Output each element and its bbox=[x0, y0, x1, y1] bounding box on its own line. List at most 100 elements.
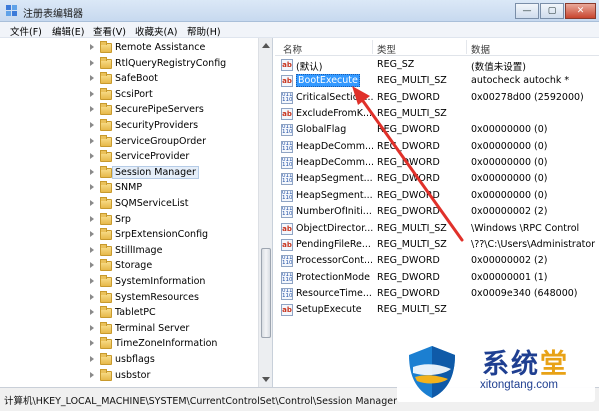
expand-arrow-icon[interactable] bbox=[90, 278, 94, 284]
registry-values-list[interactable]: 名称 类型 数据 ab (默认) REG_SZ (数值未设置) ab BootExecut… bbox=[275, 38, 599, 387]
column-divider[interactable] bbox=[372, 40, 373, 54]
column-data[interactable]: 数据 bbox=[471, 42, 490, 56]
tree-item-label: TimeZoneInformation bbox=[115, 338, 218, 350]
value-type: REG_DWORD bbox=[377, 206, 440, 218]
expand-arrow-icon[interactable] bbox=[90, 340, 94, 347]
registry-key-tree[interactable]: Remote Assistance RtlQueryRegistryConfig S… bbox=[0, 38, 273, 387]
value-row[interactable]: 011 110 NumberOfIniti... REG_DWORD 0x000000… bbox=[275, 204, 599, 220]
folder-icon bbox=[100, 181, 112, 194]
value-row[interactable]: 011 110 HeapSegment... REG_DWORD 0x00000000… bbox=[275, 171, 599, 187]
tree-item[interactable]: Session Manager bbox=[0, 165, 258, 181]
expand-arrow-icon[interactable] bbox=[90, 184, 94, 191]
expand-arrow-icon[interactable] bbox=[90, 356, 94, 362]
maximize-button[interactable]: ▢ bbox=[540, 3, 564, 19]
value-data: 0x00000000 (0) bbox=[471, 173, 548, 185]
column-type[interactable]: 类型 bbox=[377, 42, 396, 56]
value-row[interactable]: 011 110 ResourceTime... REG_DWORD 0x0009e34… bbox=[275, 286, 599, 302]
expand-arrow-icon[interactable] bbox=[90, 137, 94, 144]
tree-item[interactable]: ServiceGroupOrder bbox=[0, 134, 258, 150]
value-row[interactable]: 011 110 ProtectionMode REG_DWORD 0x00000001… bbox=[275, 270, 599, 286]
scrollbar-thumb[interactable] bbox=[261, 248, 271, 338]
tree-item[interactable]: Storage bbox=[0, 258, 258, 274]
tree-item[interactable]: TabletPC bbox=[0, 305, 258, 321]
tree-item[interactable]: SystemResources bbox=[0, 290, 258, 306]
tree-item[interactable]: SNMP bbox=[0, 180, 258, 196]
tree-item[interactable]: TimeZoneInformation bbox=[0, 336, 258, 352]
expand-arrow-icon[interactable] bbox=[90, 200, 94, 206]
tree-item[interactable]: SecurePipeServers bbox=[0, 102, 258, 118]
expand-arrow-icon[interactable] bbox=[90, 293, 94, 300]
value-row[interactable]: 011 110 HeapDeComm... REG_DWORD 0x00000000 … bbox=[275, 139, 599, 155]
tree-item-label: SQMServiceList bbox=[115, 198, 189, 209]
tree-item-label: RtlQueryRegistryConfig bbox=[115, 57, 227, 69]
value-data: 0x00000000 (0) bbox=[471, 124, 548, 136]
value-row[interactable]: ab SetupExecute REG_MULTI_SZ bbox=[275, 302, 599, 318]
scroll-up-icon[interactable] bbox=[262, 43, 270, 48]
value-name: PendingFileRe... bbox=[296, 238, 371, 250]
expand-arrow-icon[interactable] bbox=[90, 44, 94, 50]
tree-item-label: SystemResources bbox=[115, 291, 199, 303]
tree-item[interactable]: SafeBoot bbox=[0, 71, 258, 87]
tree-item[interactable]: usbflags bbox=[0, 352, 258, 368]
value-row[interactable]: ab PendingFileRe... REG_MULTI_SZ \??\C:\Use… bbox=[275, 237, 599, 253]
tree-item[interactable]: RtlQueryRegistryConfig bbox=[0, 56, 258, 72]
close-button[interactable]: ✕ bbox=[565, 3, 596, 19]
value-row[interactable]: ab (默认) REG_SZ (数值未设置) bbox=[275, 57, 599, 73]
value-row[interactable]: 011 110 HeapDeComm... REG_DWORD 0x00000000 … bbox=[275, 155, 599, 171]
value-data: 0x00278d00 (2592000) bbox=[471, 91, 584, 103]
tree-item[interactable]: ScsiPort bbox=[0, 87, 258, 103]
tree-item[interactable]: Remote Assistance bbox=[0, 40, 258, 56]
value-row[interactable]: 011 110 GlobalFlag REG_DWORD 0x00000000 (0) bbox=[275, 122, 599, 138]
tree-item[interactable]: SecurityProviders bbox=[0, 118, 258, 134]
tree-item-label: Remote Assistance bbox=[115, 42, 206, 53]
menu-favorites[interactable]: 收藏夹(A) bbox=[135, 24, 177, 38]
value-row[interactable]: ab ExcludeFromK... REG_MULTI_SZ bbox=[275, 106, 599, 122]
minimize-button[interactable]: — bbox=[515, 3, 539, 19]
value-row[interactable]: 011 110 CriticalSection... REG_DWORD 0x0027… bbox=[275, 90, 599, 106]
value-row[interactable]: ab ObjectDirector... REG_MULTI_SZ \Windows … bbox=[275, 221, 599, 237]
expand-arrow-icon[interactable] bbox=[90, 309, 94, 316]
tree-item[interactable]: Terminal Server bbox=[0, 321, 258, 337]
tree-item[interactable]: SystemInformation bbox=[0, 274, 258, 290]
column-name[interactable]: 名称 bbox=[283, 42, 302, 56]
menu-view[interactable]: 查看(V) bbox=[93, 24, 126, 38]
menu-file[interactable]: 文件(F) bbox=[10, 24, 42, 38]
tree-item[interactable]: SQMServiceList bbox=[0, 196, 258, 212]
value-data: 0x0009e340 (648000) bbox=[471, 287, 578, 299]
tree-item[interactable]: Srp bbox=[0, 212, 258, 228]
tree-item-label: usbflags bbox=[115, 354, 155, 365]
expand-arrow-icon[interactable] bbox=[90, 59, 94, 66]
menu-help[interactable]: 帮助(H) bbox=[187, 24, 221, 38]
expand-arrow-icon[interactable] bbox=[90, 106, 94, 113]
expand-arrow-icon[interactable] bbox=[90, 246, 94, 253]
expand-arrow-icon[interactable] bbox=[90, 371, 94, 378]
value-row[interactable]: ab BootExecute REG_MULTI_SZ autocheck autoc… bbox=[275, 73, 599, 89]
tree-item[interactable]: usbstor bbox=[0, 368, 258, 384]
expand-arrow-icon[interactable] bbox=[90, 153, 94, 160]
expand-arrow-icon[interactable] bbox=[90, 231, 94, 238]
value-row[interactable]: 011 110 HeapSegment... REG_DWORD 0x00000000… bbox=[275, 188, 599, 204]
scroll-down-icon[interactable] bbox=[262, 377, 270, 382]
string-value-icon: ab bbox=[281, 238, 293, 251]
value-data: \??\C:\Users\Administrator bbox=[471, 238, 596, 250]
expand-arrow-icon[interactable] bbox=[90, 90, 94, 97]
tree-item-label: Session Manager bbox=[112, 165, 199, 179]
tree-item-label: SecurePipeServers bbox=[115, 104, 204, 116]
expand-arrow-icon[interactable] bbox=[90, 122, 94, 128]
value-row[interactable]: 011 110 ProcessorCont... REG_DWORD 0x000000… bbox=[275, 253, 599, 269]
menu-edit[interactable]: 编辑(E) bbox=[52, 24, 84, 38]
watermark-title: 系统堂 bbox=[482, 342, 569, 381]
tree-item[interactable]: ServiceProvider bbox=[0, 149, 258, 165]
binary-value-icon: 011 110 bbox=[281, 91, 293, 104]
expand-arrow-icon[interactable] bbox=[90, 168, 94, 175]
expand-arrow-icon[interactable] bbox=[90, 262, 94, 269]
expand-arrow-icon[interactable] bbox=[90, 75, 94, 82]
tree-item[interactable]: StillImage bbox=[0, 243, 258, 259]
expand-arrow-icon[interactable] bbox=[90, 324, 94, 331]
expand-arrow-icon[interactable] bbox=[90, 215, 94, 222]
folder-icon bbox=[100, 321, 112, 334]
tree-item[interactable]: SrpExtensionConfig bbox=[0, 227, 258, 243]
column-divider[interactable] bbox=[466, 40, 467, 54]
tree-scrollbar[interactable] bbox=[258, 38, 272, 387]
status-path: 计算机\HKEY_LOCAL_MACHINE\SYSTEM\CurrentCon… bbox=[4, 396, 397, 407]
